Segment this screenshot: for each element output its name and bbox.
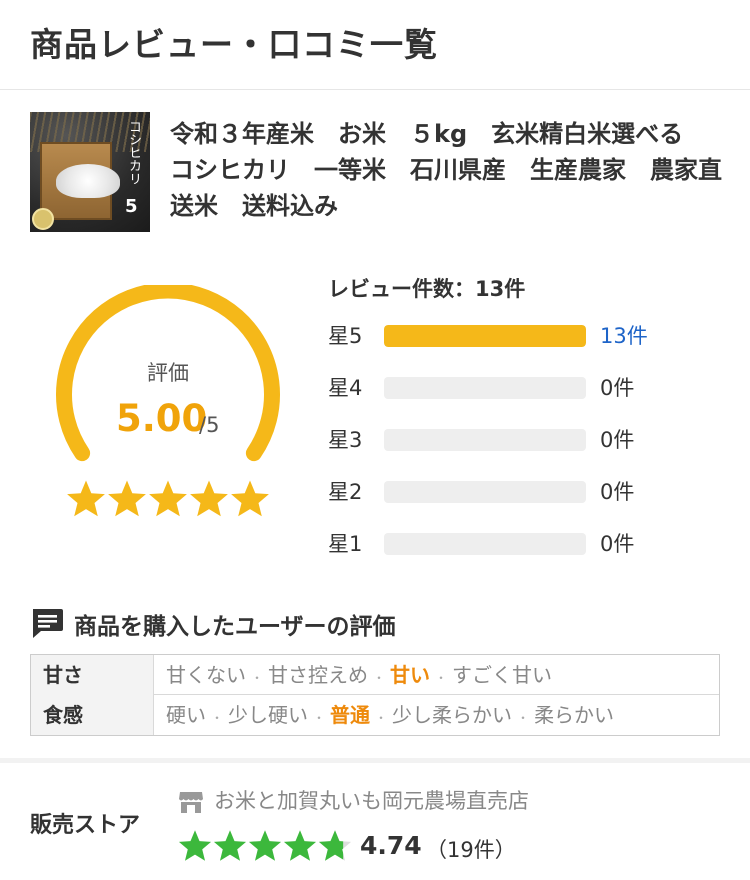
distribution-row-5[interactable]: 星5 13件 <box>328 321 728 351</box>
evaluation-option: すごく甘い <box>452 663 553 687</box>
evaluation-options: 硬い・少し硬い・普通・少し柔らかい・柔らかい <box>166 695 614 735</box>
evaluation-option: 少し硬い <box>228 703 309 727</box>
evaluation-option: 硬い <box>166 703 206 727</box>
distribution-bar <box>384 429 586 451</box>
option-separator: ・ <box>373 671 386 685</box>
distribution-row-4: 星4 0件 <box>328 373 728 403</box>
product-name[interactable]: 令和３年産米 お米 ５kg 玄米精白米選べる コシヒカリ 一等米 石川県産 生産… <box>170 116 730 224</box>
distribution-count: 0件 <box>600 428 635 452</box>
evaluation-option: 少し柔らかい <box>392 703 513 727</box>
option-separator: ・ <box>313 711 326 725</box>
star-icon <box>108 480 146 517</box>
evaluation-options: 甘くない・甘さ控えめ・甘い・すごく甘い <box>166 655 552 695</box>
star-icon <box>318 830 352 861</box>
distribution-bar <box>384 533 586 555</box>
thumbnail-weight: 5 <box>125 196 138 217</box>
star-icon <box>67 480 105 517</box>
distribution-bar <box>384 481 586 503</box>
distribution-bar <box>384 325 586 347</box>
review-count-title: レビュー件数：13件 <box>328 277 526 301</box>
option-separator: ・ <box>435 671 448 685</box>
rice-box <box>40 142 120 220</box>
rating-stars <box>66 479 270 523</box>
distribution-row-3: 星3 0件 <box>328 425 728 455</box>
product-summary[interactable]: コシヒカリ 5 令和３年産米 お米 ５kg 玄米精白米選べる コシヒカリ 一等米… <box>30 112 730 232</box>
option-separator: ・ <box>211 711 224 725</box>
rating-gauge: 評価 <box>50 282 286 485</box>
thumbnail-label: コシヒカリ <box>126 120 141 185</box>
store-section: 販売ストア お米と加賀丸いも岡元農場直売店 4.74 （19件） <box>0 758 750 880</box>
option-separator: ・ <box>375 711 388 725</box>
rice-pile <box>56 164 120 198</box>
rating-score: 5.00 <box>116 397 208 440</box>
evaluation-key: 甘さ <box>31 655 154 695</box>
page-header: 商品レビュー・口コミ一覧 <box>0 0 750 90</box>
star-icon <box>213 830 247 861</box>
page-title: 商品レビュー・口コミ一覧 <box>30 25 438 64</box>
evaluation-row: 甘さ 甘くない・甘さ控えめ・甘い・すごく甘い <box>31 655 719 695</box>
distribution-count: 0件 <box>600 376 635 400</box>
distribution-row-1: 星1 0件 <box>328 529 728 559</box>
evaluation-heading: 商品を購入したユーザーの評価 <box>74 614 396 640</box>
rating-max: /5 <box>199 413 220 437</box>
distribution-fill <box>384 325 586 347</box>
distribution-label: 星4 <box>328 376 363 400</box>
distribution-count-link[interactable]: 13件 <box>600 321 648 351</box>
distribution-label: 星5 <box>328 324 363 348</box>
star-icon <box>283 830 317 861</box>
distribution-count: 0件 <box>600 480 635 504</box>
star-icon <box>149 480 187 517</box>
evaluation-option-selected: 甘い <box>390 663 431 687</box>
star-icon <box>231 480 269 517</box>
store-icon <box>179 792 203 813</box>
distribution-label: 星2 <box>328 480 363 504</box>
evaluation-row: 食感 硬い・少し硬い・普通・少し柔らかい・柔らかい <box>31 695 719 735</box>
evaluation-title: 商品を購入したユーザーの評価 <box>30 605 630 640</box>
star-icon <box>190 480 228 517</box>
distribution-bar <box>384 377 586 399</box>
star-icon <box>178 830 212 861</box>
store-name[interactable]: お米と加賀丸いも岡元農場直売店 <box>214 787 529 815</box>
option-separator: ・ <box>251 671 264 685</box>
rating-summary: 評価 5.00 /5 レビュー件数：13件 星5 13件 星4 0件 星3 0件… <box>0 255 750 585</box>
star-icon <box>248 830 282 861</box>
chat-icon <box>33 609 63 638</box>
medal-icon <box>32 208 54 230</box>
evaluation-option: 甘くない <box>166 663 246 687</box>
evaluation-option-selected: 普通 <box>330 703 371 727</box>
store-review-count: （19件） <box>426 838 516 862</box>
distribution-row-2: 星2 0件 <box>328 477 728 507</box>
store-rating-stars <box>178 829 358 865</box>
evaluation-option: 甘さ控えめ <box>268 663 369 687</box>
option-separator: ・ <box>517 711 530 725</box>
distribution-label: 星1 <box>328 532 363 556</box>
distribution-label: 星3 <box>328 428 363 452</box>
store-label: 販売ストア <box>30 813 141 838</box>
evaluation-table: 甘さ 甘くない・甘さ控えめ・甘い・すごく甘い 食感 硬い・少し硬い・普通・少し柔らかい… <box>30 654 720 736</box>
store-rating-value: 4.74 <box>360 831 422 860</box>
evaluation-key: 食感 <box>31 695 154 735</box>
rating-label: 評価 <box>147 361 189 385</box>
distribution-count: 0件 <box>600 532 635 556</box>
evaluation-option: 柔らかい <box>534 703 615 727</box>
product-thumbnail[interactable]: コシヒカリ 5 <box>30 112 150 232</box>
